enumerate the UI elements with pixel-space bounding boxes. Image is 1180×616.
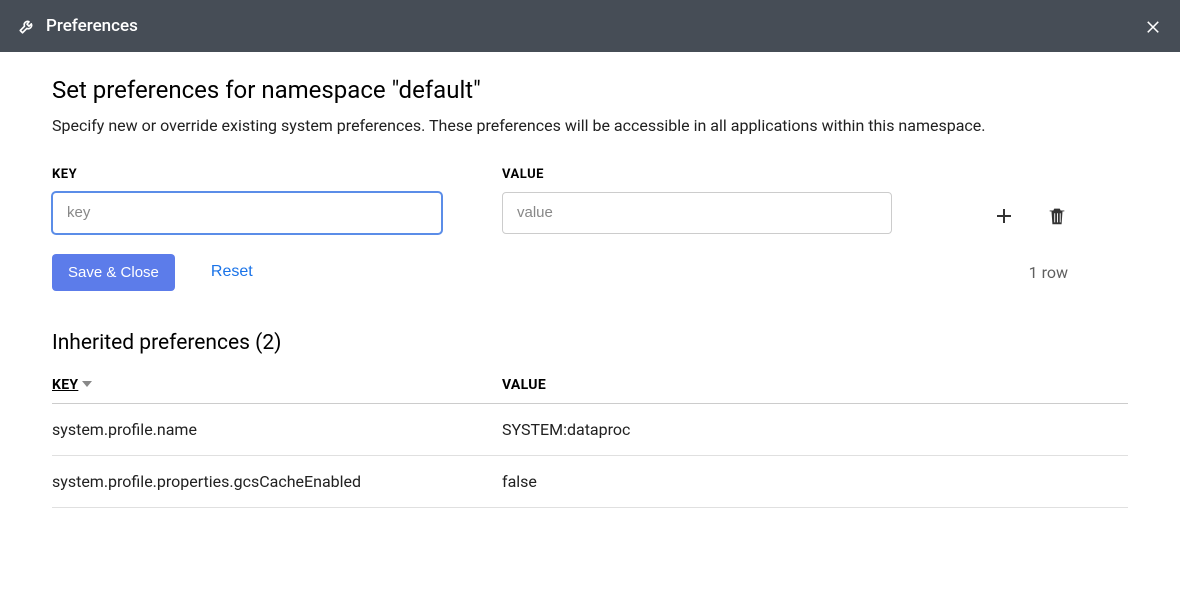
cell-key: system.profile.properties.gcsCacheEnable…	[52, 472, 502, 491]
preference-form-row: KEY VALUE	[52, 167, 1128, 234]
dialog-header: Preferences	[0, 0, 1180, 52]
inherited-title: Inherited preferences (2)	[52, 331, 1128, 355]
cell-key: system.profile.name	[52, 420, 502, 439]
save-close-button[interactable]: Save & Close	[52, 254, 175, 291]
add-icon[interactable]	[992, 204, 1016, 228]
sort-caret-icon	[82, 377, 92, 393]
delete-icon[interactable]	[1046, 205, 1068, 227]
dialog-title: Preferences	[46, 16, 138, 36]
wrench-icon	[18, 17, 36, 35]
inherited-table: KEY VALUE system.profile.name SYSTEM:dat…	[52, 377, 1128, 508]
key-label: KEY	[52, 167, 442, 182]
row-count: 1 row	[1029, 263, 1068, 282]
page-title: Set preferences for namespace "default"	[52, 76, 1128, 104]
table-row: system.profile.properties.gcsCacheEnable…	[52, 456, 1128, 508]
reset-button[interactable]: Reset	[211, 263, 253, 281]
cell-value: SYSTEM:dataproc	[502, 420, 1128, 439]
column-header-value[interactable]: VALUE	[502, 377, 1128, 393]
page-description: Specify new or override existing system …	[52, 114, 1128, 139]
close-icon[interactable]	[1144, 17, 1162, 35]
cell-value: false	[502, 472, 1128, 491]
column-header-key[interactable]: KEY	[52, 377, 502, 393]
table-row: system.profile.name SYSTEM:dataproc	[52, 404, 1128, 456]
value-label: VALUE	[502, 167, 892, 182]
key-input[interactable]	[52, 192, 442, 234]
value-input[interactable]	[502, 192, 892, 234]
